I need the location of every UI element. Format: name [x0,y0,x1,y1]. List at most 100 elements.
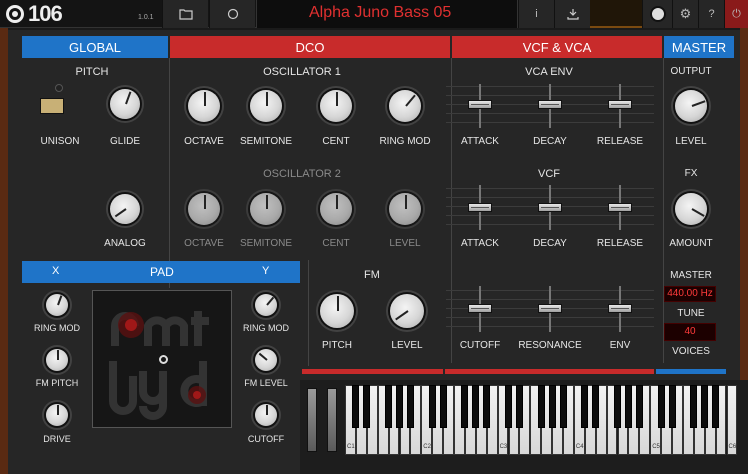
info-button[interactable]: i [518,0,554,28]
vcf-resonance-slider[interactable] [538,304,562,313]
fm-level-knob[interactable] [390,294,424,328]
black-key[interactable] [439,385,447,428]
vca-release-slider[interactable] [608,100,632,109]
mod-wheel[interactable] [327,388,337,452]
black-key[interactable] [428,385,436,428]
settings-button[interactable]: ⚙ [672,0,698,28]
pad-x-drive-knob[interactable] [46,404,68,426]
pad-x-ring-mod-label: RING MOD [34,323,80,333]
unison-button[interactable] [40,98,64,114]
pitch-title: PITCH [75,66,109,78]
left-wood-panel [0,28,8,474]
black-key[interactable] [352,385,360,428]
octave-label: C3 [499,444,508,450]
black-key[interactable] [396,385,403,428]
black-key[interactable] [635,385,643,428]
octave-label: C1 [347,444,355,450]
black-key[interactable] [406,385,414,428]
osc1-semitone-knob[interactable] [250,90,282,122]
vca-attack-slider[interactable] [468,100,492,109]
black-key[interactable] [690,385,698,428]
glide-knob[interactable] [110,89,140,119]
osc2-cent-label: CENT [322,238,350,249]
folder-icon [178,9,193,20]
pad-y-fm-level-knob[interactable] [255,349,277,371]
vcf-release-slider[interactable] [608,203,632,212]
vcf-cutoff-slider[interactable] [468,304,492,313]
osc1-title: OSCILLATOR 1 [263,66,341,78]
vcf-decay-label: DECAY [533,238,567,249]
pad-y-label: Y [262,265,270,277]
black-key[interactable] [515,385,523,428]
black-key[interactable] [614,385,621,428]
black-key[interactable] [657,385,665,428]
osc1-semitone-label: SEMITONE [239,136,293,147]
voices-display[interactable]: 40 [664,323,716,341]
power-button[interactable]: ⏻ [724,0,748,28]
pad-y-ring-mod-label: RING MOD [243,323,289,333]
vca-env-title: VCA ENV [525,66,573,78]
black-key[interactable] [712,385,720,428]
black-key[interactable] [363,385,371,428]
black-key[interactable] [701,385,709,428]
gear-icon: ⚙ [679,6,692,21]
black-key[interactable] [385,385,393,428]
fx-amount-label: AMOUNT [669,238,713,249]
section-bar [302,369,443,374]
black-key[interactable] [668,385,676,428]
tune-label: TUNE [677,308,705,319]
master-volume-knob[interactable] [642,0,672,28]
pad-y-cutoff-label: CUTOFF [247,434,285,444]
pad-y-cutoff-knob[interactable] [255,404,277,426]
black-key[interactable] [472,385,480,428]
fx-amount-knob[interactable] [675,193,707,225]
osc1-cent-knob[interactable] [320,90,352,122]
preset-selector[interactable]: Alpha Juno Bass 05 [256,0,518,28]
pad-title: PAD [150,265,174,279]
pad-y-ring-mod-knob[interactable] [255,294,277,316]
osc2-semitone-knob[interactable] [250,193,282,225]
osc2-octave-knob[interactable] [188,193,220,225]
level-meter [590,0,642,28]
save-preset-button[interactable] [209,0,255,28]
osc1-octave-knob[interactable] [188,90,220,122]
black-key[interactable] [559,385,567,428]
vcf-env-slider[interactable] [608,304,632,313]
vca-release-label: RELEASE [596,136,644,147]
vcf-cutoff-label: CUTOFF [459,340,501,351]
pad-x-fm-pitch-knob[interactable] [46,349,68,371]
black-key[interactable] [461,385,469,428]
osc2-level-label: LEVEL [389,238,421,249]
black-key[interactable] [483,385,491,428]
output-level-knob[interactable] [675,90,707,122]
vcf-decay-slider[interactable] [538,203,562,212]
black-key[interactable] [505,385,512,428]
glide-label: GLIDE [109,136,140,147]
vca-decay-slider[interactable] [538,100,562,109]
osc1-ring-mod-knob[interactable] [389,90,421,122]
pad-y-fm-level-label: FM LEVEL [244,378,288,388]
black-key[interactable] [624,385,632,428]
fm-pitch-knob[interactable] [320,294,354,328]
osc2-level-knob[interactable] [389,193,421,225]
osc2-cent-knob[interactable] [320,193,352,225]
vca-attack-label: ATTACK [461,136,499,147]
fx-title: FX [684,168,698,179]
export-button[interactable] [554,0,590,28]
vcf-resonance-label: RESONANCE [518,340,582,351]
help-button[interactable]: ? [698,0,724,28]
black-key[interactable] [592,385,600,428]
pad-x-ring-mod-knob[interactable] [46,294,68,316]
pad-cursor[interactable] [159,355,168,364]
analog-knob[interactable] [110,194,140,224]
tune-display[interactable]: 440.00 Hz [664,286,716,302]
vcf-title: VCF [538,168,560,180]
xy-pad[interactable] [92,290,232,428]
pitch-bend-wheel[interactable] [307,388,317,452]
black-key[interactable] [548,385,556,428]
black-key[interactable] [537,385,545,428]
open-folder-button[interactable] [162,0,208,28]
black-key[interactable] [581,385,589,428]
osc2-title: OSCILLATOR 2 [263,168,341,180]
vcf-attack-slider[interactable] [468,203,492,212]
